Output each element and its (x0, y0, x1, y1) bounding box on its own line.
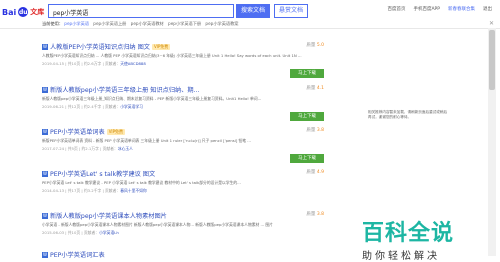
result-item: W 人教版PEP小学英语知识点归纳 图文 VIP免费 质量 5.0 人教版PEP… (42, 42, 324, 78)
logo-sub-text: 文库 (30, 8, 45, 16)
result-meta: 2019-04-15 | 共10页 | 约2.6万字 | 贡献者：天使ABCD8… (42, 60, 146, 66)
related-item[interactable]: pep小学英语下册 (168, 21, 201, 26)
search-button[interactable]: 搜索文档 (236, 4, 270, 18)
result-item: W PEP小学英语Let' s talk教学建议 图文 质量 4.9 PEP小学… (42, 169, 324, 205)
result-item: W PEP小学英语单词表 VIP免费 质量 3.8 新版PEP小学英语单词表 资… (42, 127, 324, 163)
side-notice: 相关推荐内容暂未加载，请刷新页面后重试或稍后再试，谢谢您的耐心等待。 (368, 110, 448, 119)
result-meta: 2014-04-13 | 共17页 | 约3.2千字 | 贡献者：春风十里不如你 (42, 187, 147, 193)
result-title-row: W PEP小学英语单词表 VIP免费 (42, 127, 324, 136)
contributor-link[interactable]: 小学英语Lh (99, 230, 119, 235)
download-button[interactable]: 马上下载 (290, 154, 324, 163)
related-search-row: 当前使用： pep小学英语 pep小学英语上册 pep小学英语教材 pep小学英… (42, 21, 241, 27)
contributor-link[interactable]: 小学英语学习 (120, 104, 143, 109)
related-item[interactable]: pep小学英语教案 (205, 21, 238, 26)
download-button[interactable]: 马上下载 (290, 112, 324, 121)
download-button[interactable]: 马上下载 (290, 69, 324, 78)
header-divider (0, 28, 500, 29)
result-title-row: W 新版人教版pep小学英语课本人物素材图片 (42, 211, 324, 220)
result-title-link[interactable]: PEP小学英语单词表 (50, 127, 105, 136)
result-title-link[interactable]: 新版人教版pep小学英语课本人物素材图片 (50, 211, 167, 220)
result-title-row: W PEP小学英语Let' s talk教学建议 图文 (42, 169, 324, 178)
result-meta: 2015-06-03 | 共10页 | 贡献者：小学英语Lh (42, 229, 119, 235)
contributor-link[interactable]: 冰心玉人 (118, 146, 133, 151)
result-desc: PEP小学英语 Let' s talk 教学建议 - PEP 小学英语 Let'… (42, 180, 241, 185)
word-doc-icon: W (42, 212, 48, 219)
baidu-wenku-logo[interactable]: Bai du 文库 (2, 4, 46, 20)
scrollbar-thumb[interactable] (489, 30, 495, 90)
result-title-row: W 新版人教版pep小学英语三年级上册 知识点归纳、期... (42, 85, 324, 94)
related-label: 当前使用： (42, 21, 63, 26)
result-title-link[interactable]: PEP小学英语词汇表 (50, 250, 105, 259)
top-links: 百度首页 手机百度APP 新春春联合集 退出 (387, 6, 492, 12)
close-icon[interactable]: ✕ (489, 20, 494, 27)
related-item[interactable]: pep小学英语教材 (131, 21, 164, 26)
related-item[interactable]: pep小学英语 (64, 21, 89, 26)
result-title-link[interactable]: PEP小学英语Let' s talk教学建议 图文 (50, 169, 155, 178)
word-doc-icon: W (42, 251, 48, 258)
word-doc-icon: W (42, 86, 48, 93)
word-doc-icon: W (42, 128, 48, 135)
quality-rating: 质量 4.1 (306, 86, 324, 91)
watermark-main: 百科全说 (362, 221, 455, 246)
vip-badge: VIP免费 (106, 128, 126, 135)
result-item: W 新版人教版pep小学英语课本人物素材图片 质量 3.8 小学英语 - 新版人… (42, 211, 324, 245)
watermark: 百科全说 助你轻松解决 (362, 221, 484, 262)
result-title-link[interactable]: 新版人教版pep小学英语三年级上册 知识点归纳、期... (50, 85, 199, 94)
quality-rating: 质量 4.9 (306, 170, 324, 175)
result-item: W 新版人教版pep小学英语三年级上册 知识点归纳、期... 质量 4.1 新版… (42, 85, 324, 121)
quality-rating: 质量 3.8 (306, 128, 324, 133)
top-link-app[interactable]: 手机百度APP (413, 6, 440, 12)
logo-text: Bai (2, 7, 17, 17)
reward-doc-button[interactable]: 悬赏文档 (274, 4, 308, 18)
result-item: W PEP小学英语词汇表 (42, 250, 324, 259)
quality-rating: 质量 3.8 (306, 212, 324, 217)
top-link-home[interactable]: 百度首页 (387, 6, 405, 12)
result-title-row: W 人教版PEP小学英语知识点归纳 图文 VIP免费 (42, 42, 324, 51)
result-meta: 2019-06-21 | 共12页 | 约2.4千字 | 贡献者：小学英语学习 (42, 103, 143, 109)
contributor-link[interactable]: 春风十里不如你 (120, 188, 147, 193)
vip-badge: VIP免费 (151, 43, 171, 50)
result-desc: 新版PEP小学英语单词表 资料 - 新版 PEP 小学英语单词表 三年级上册 U… (42, 138, 251, 143)
quality-rating: 质量 5.0 (306, 43, 324, 48)
word-doc-icon: W (42, 43, 48, 50)
result-desc: 人教版PEP小学英语知识点归纳 ... 人教版 PEP 小学英语知识点归纳(3~… (42, 53, 302, 58)
result-title-row: W PEP小学英语词汇表 (42, 250, 324, 259)
result-meta: 2017-07-24 | 共5页 | 约2.1万字 | 贡献者：冰心玉人 (42, 145, 133, 151)
watermark-sub: 助你轻松解决 (362, 251, 440, 262)
top-link-account[interactable]: 新春春联合集 (448, 6, 475, 12)
top-link-logout[interactable]: 退出 (483, 6, 492, 12)
search-input[interactable]: pep小学英语 (48, 4, 234, 18)
word-doc-icon: W (42, 170, 48, 177)
result-desc: 小学英语 - 新版人教版pep小学英语课本人物素材图片 新版人教版pep小学英语… (42, 222, 273, 227)
baidu-paw-icon: du (18, 7, 29, 17)
related-item[interactable]: pep小学英语上册 (93, 21, 126, 26)
result-desc: 新版人教版pep小学英语三年级上册_知识点归纳、期末总复习资料 - PEP 新版… (42, 96, 262, 101)
result-title-link[interactable]: 人教版PEP小学英语知识点归纳 图文 (50, 42, 150, 51)
contributor-link[interactable]: 天使ABCD888 (120, 61, 146, 66)
